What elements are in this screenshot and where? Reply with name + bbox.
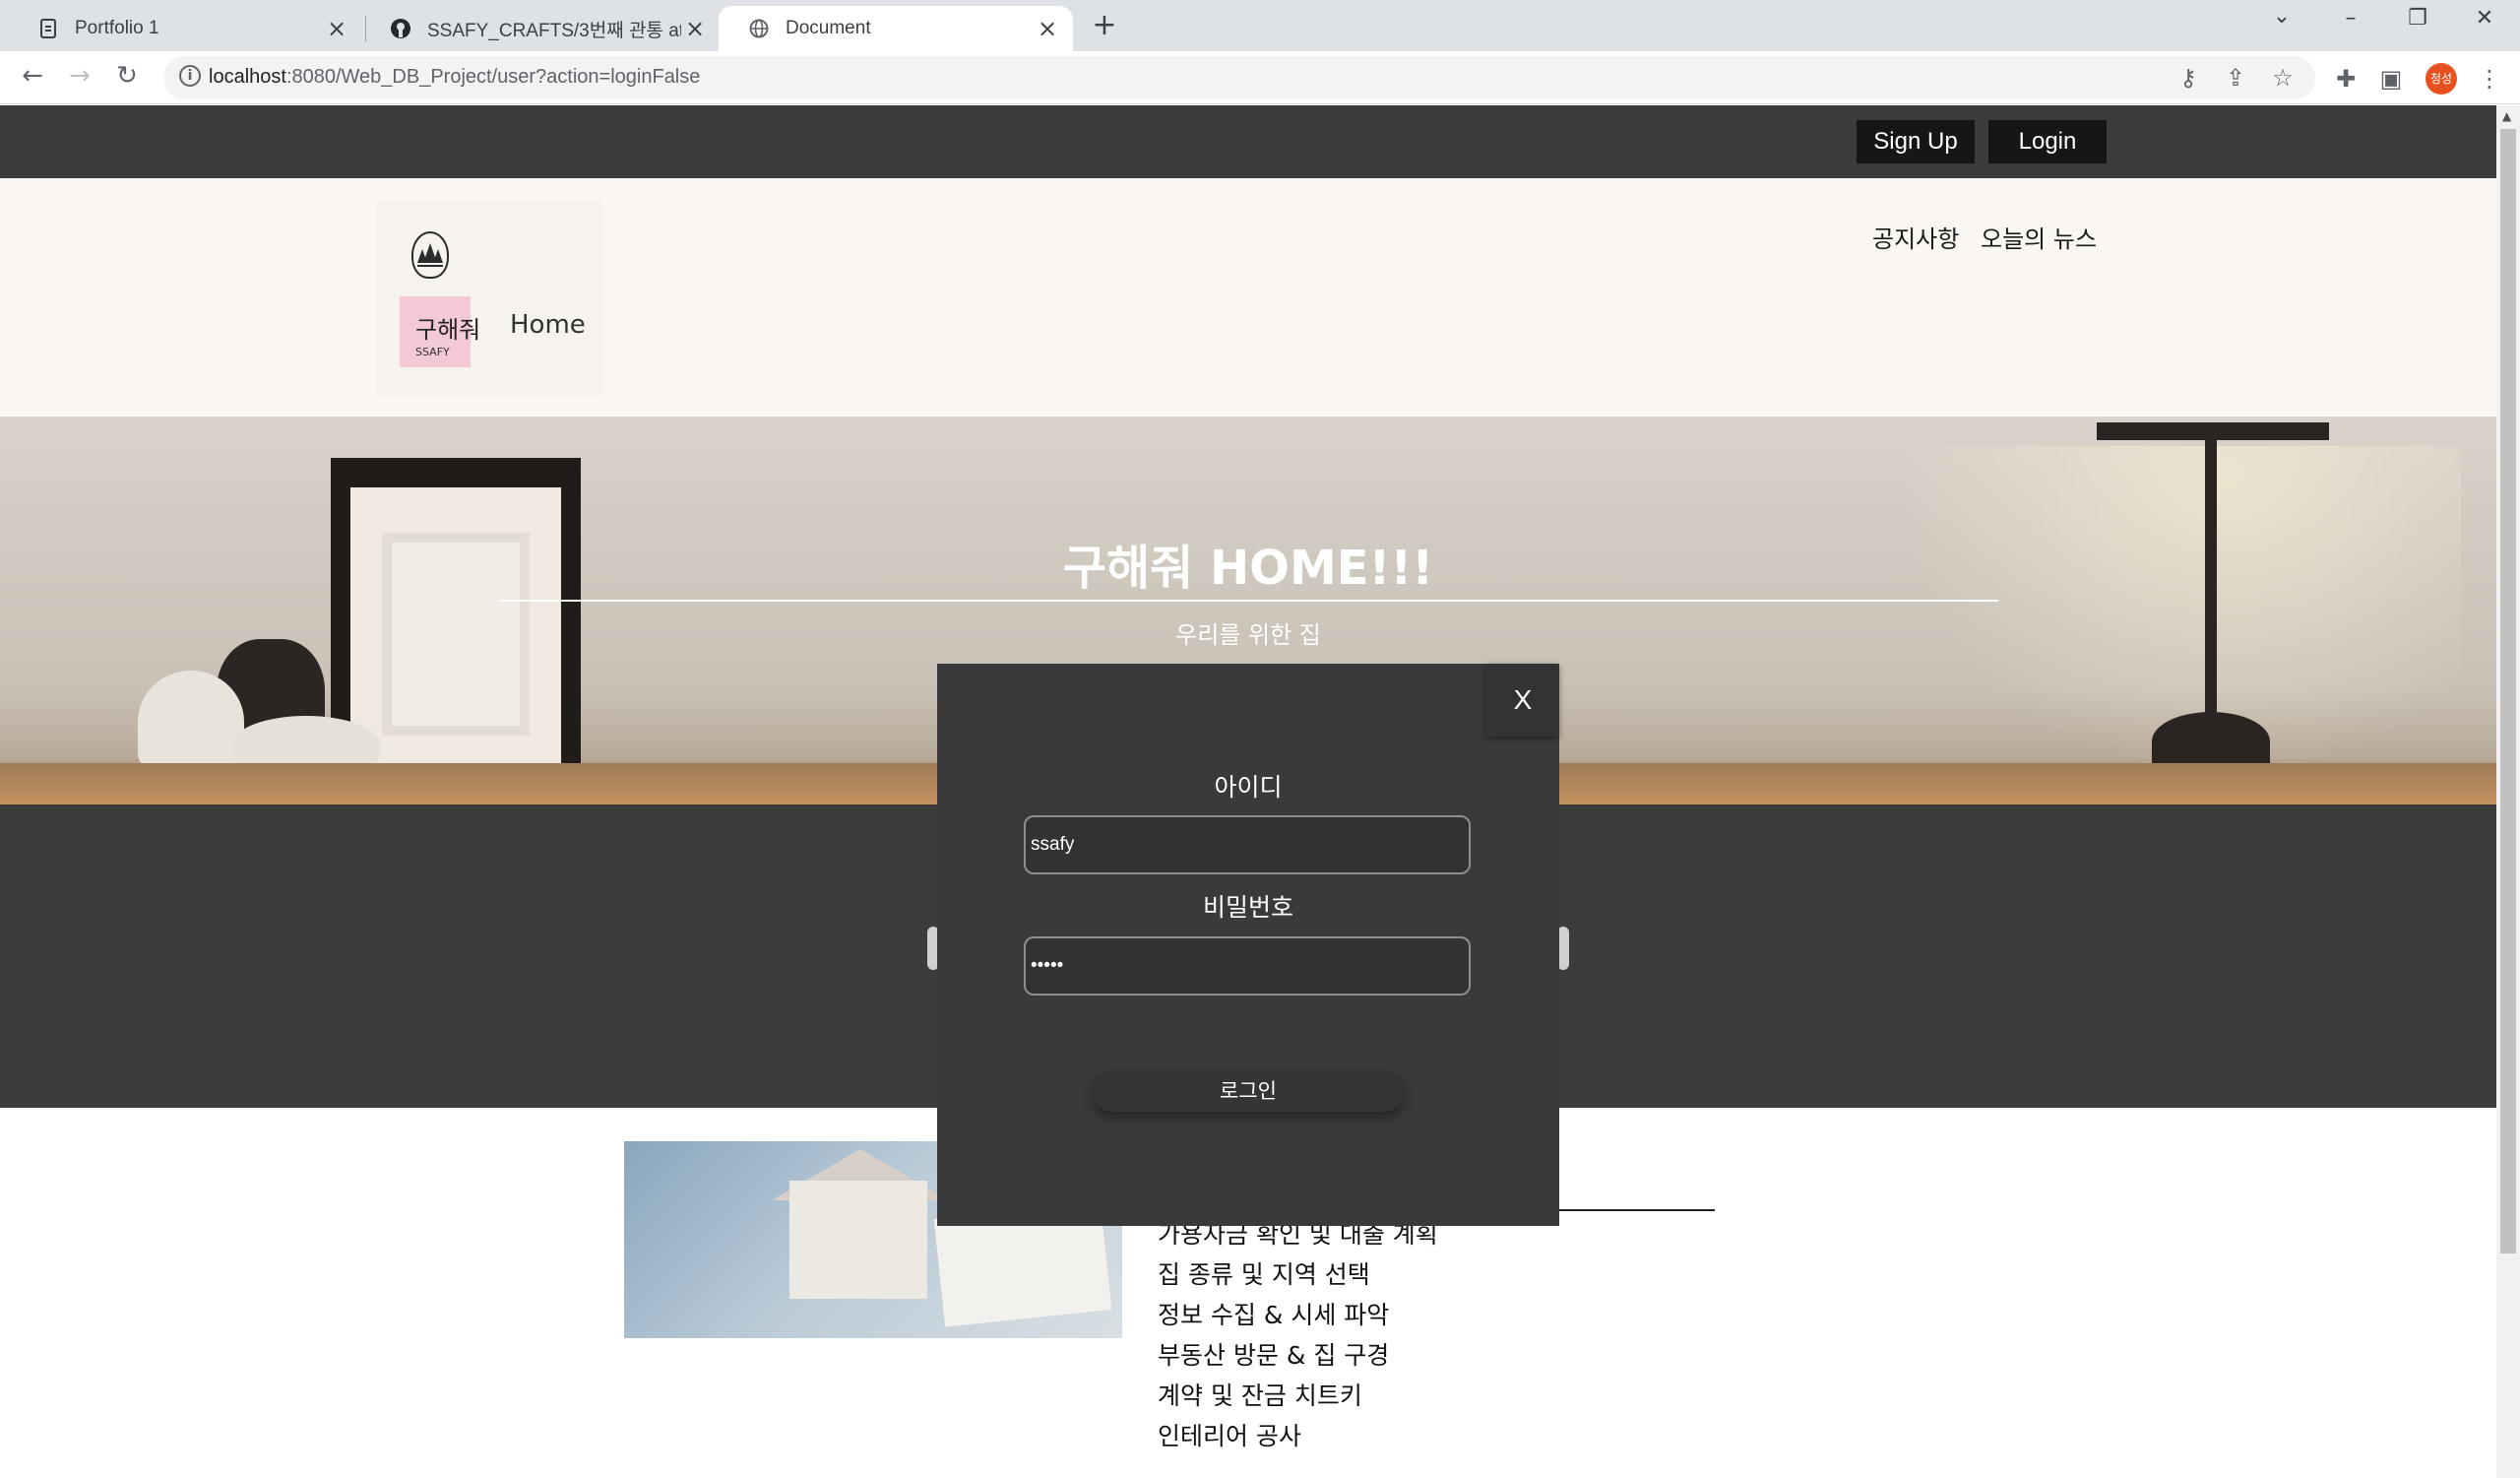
web-page: Sign Up Login 구해줘 SSAFY Home 공지사항 오늘의 뉴스… [0,105,2496,1478]
login-modal: X 아이디 ssafy 비밀번호 ••••• 로그인 [937,664,1559,1226]
key-icon[interactable]: ⚷ [2174,64,2203,92]
profile-avatar[interactable]: 청성 [2426,63,2457,95]
tab-title: Portfolio 1 [75,18,159,38]
logo-home-text: Home [510,310,586,340]
browser-tab-bar: Portfolio 1 × SSAFY_CRAFTS/3번째 관통 at m ×… [0,0,2520,51]
side-panel-icon[interactable]: ▣ [2376,65,2406,93]
url-host: localhost [209,66,286,88]
list-item: 집 종류 및 지역 선택 [1158,1260,1370,1289]
login-button[interactable]: Login [1988,120,2107,163]
bookmark-star-icon[interactable]: ☆ [2268,64,2298,92]
nav-notice-link[interactable]: 공지사항 [1872,220,1959,254]
list-item: 인테리어 공사 [1158,1422,1301,1450]
hero-title: 구해줘 HOME!!! [1062,541,1434,596]
id-label: 아이디 [1214,773,1283,802]
more-menu-icon[interactable]: ⋮ [2475,65,2504,93]
new-tab-button[interactable]: + [1089,8,1120,43]
tab-document[interactable]: Document × [719,6,1073,51]
address-url[interactable]: localhost:8080/Web_DB_Project/user?actio… [209,66,700,89]
share-icon[interactable]: ⇪ [2221,64,2250,92]
hero-divider [500,600,1998,602]
tab-search-chevron-icon[interactable]: ⌄ [2262,4,2301,29]
url-path: :8080/Web_DB_Project/user?action=loginFa… [285,66,701,88]
close-tab-icon[interactable]: × [323,15,350,42]
password-input[interactable]: ••••• [1024,936,1471,996]
home-buying-steps: 가용자금 확인 및 대출 계획 집 종류 및 지역 선택 정보 수집 & 시세 … [1158,1216,1438,1458]
scroll-up-icon[interactable]: ▲ [2502,109,2511,123]
modal-close-button[interactable]: X [1486,664,1559,737]
top-nav-bar: Sign Up Login [0,105,2496,178]
browser-toolbar: ← → ↻ i localhost:8080/Web_DB_Project/us… [0,51,2520,104]
globe-icon [748,18,770,39]
scrollbar-thumb[interactable] [2500,129,2516,1253]
logo-korean-text: 구해줘 [415,316,481,344]
github-icon [390,18,411,39]
logo-ssafy-text: SSAFY [415,346,450,358]
hero-subtitle: 우리를 위한 집 [1175,621,1321,649]
signup-button[interactable]: Sign Up [1857,120,1975,163]
list-item: 부동산 방문 & 집 구경 [1158,1341,1390,1370]
minimize-icon[interactable]: – [2331,6,2370,31]
list-item: 정보 수집 & 시세 파악 [1158,1301,1390,1329]
house-body [789,1181,927,1299]
back-arrow-icon[interactable]: ← [16,61,49,91]
extensions-puzzle-icon[interactable]: ✚ [2331,65,2361,93]
forward-arrow-icon[interactable]: → [63,61,96,91]
tab-portfolio[interactable]: Portfolio 1 × [8,6,362,51]
white-vase [138,671,244,773]
password-label: 비밀번호 [1202,893,1293,922]
login-submit-button[interactable]: 로그인 [1093,1070,1404,1112]
restore-icon[interactable]: ❐ [2398,6,2437,31]
site-header: 구해줘 SSAFY Home 공지사항 오늘의 뉴스 [0,178,2496,417]
tab-github[interactable]: SSAFY_CRAFTS/3번째 관통 at m × [360,6,721,51]
close-tab-icon[interactable]: × [681,15,709,42]
list-item: 계약 및 잔금 치트키 [1158,1382,1362,1410]
window-close-icon[interactable]: ✕ [2465,6,2504,31]
page-scrollbar[interactable]: ▲ [2496,105,2520,1478]
lamp-base [2152,712,2270,771]
nav-news-link[interactable]: 오늘의 뉴스 [1981,220,2097,254]
site-info-icon[interactable]: i [179,65,201,87]
id-input[interactable]: ssafy [1024,815,1471,874]
tab-title: Document [786,18,871,38]
document-icon [37,18,59,39]
home-logo-link[interactable]: 구해줘 SSAFY Home [376,200,602,397]
tree-emblem-icon [411,231,449,279]
tab-title: SSAFY_CRAFTS/3번째 관통 at m [427,20,681,41]
reload-icon[interactable]: ↻ [110,61,144,91]
close-tab-icon[interactable]: × [1034,15,1061,42]
address-bar[interactable]: i localhost:8080/Web_DB_Project/user?act… [163,56,2315,99]
